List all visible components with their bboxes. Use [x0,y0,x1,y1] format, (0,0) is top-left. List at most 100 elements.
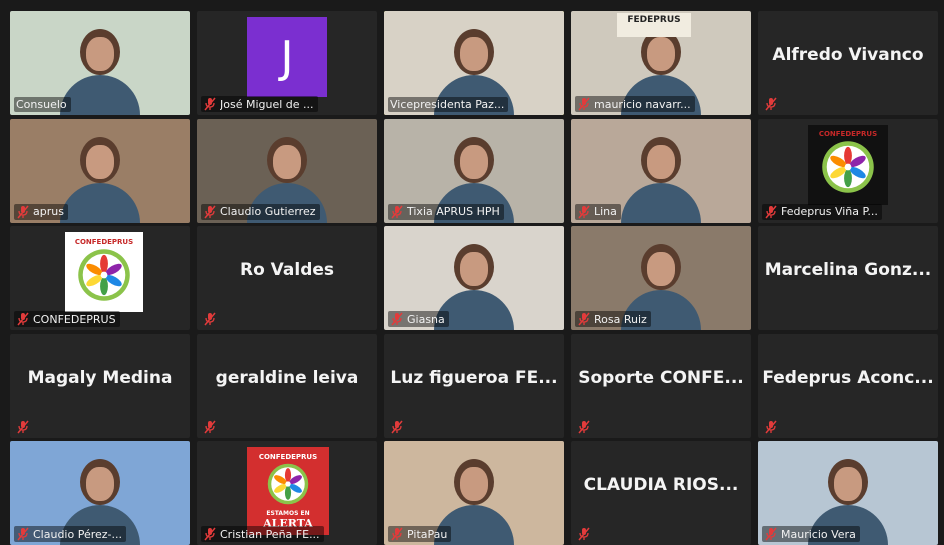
participant-tile-claudio-g[interactable]: Claudio Gutierrez [197,118,377,223]
participant-name-label: Giasna [407,312,445,326]
participant-name-bar: José Miguel de ... [201,96,318,112]
participant-tile-tixia[interactable]: Tixia APRUS HPH [384,118,564,223]
logo-text: CONFEDEPRUS [818,130,878,138]
participant-name-label: mauricio navarr... [594,97,691,111]
participant-name-bar: mauricio navarr... [575,96,695,112]
mic-muted-icon [203,97,217,111]
participant-name-label: Tixia APRUS HPH [407,205,500,218]
participant-face-icon [647,252,675,286]
mic-muted-icon [203,527,217,541]
participant-face-icon [86,144,114,179]
participant-tile-cristian[interactable]: CONFEDEPRUS ESTAMOS EN ALERTA Cristian Peña… [197,441,377,545]
confedeprus-logo: CONFEDEPRUS ESTAMOS EN ALERTA [247,447,329,535]
participant-display-name: CLAUDIA RIOS... [583,475,739,495]
mic-muted-icon [577,420,591,434]
participant-tile-consuelo[interactable]: Consuelo [10,11,190,115]
participant-name-label: Vicepresidenta Paz... [390,98,505,111]
participant-tile-magaly[interactable]: Magaly Medina [10,333,190,438]
mic-muted-icon [203,312,217,326]
participant-display-name: Marcelina Gonz... [764,260,932,280]
participant-name-bar: Claudio Gutierrez [201,203,320,220]
participant-name-bar [575,419,595,435]
participant-name-label: Fedeprus Viña P... [781,205,878,218]
mic-muted-icon [16,205,30,219]
mic-muted-icon [203,420,217,434]
avatar-initial: J [247,17,327,97]
participant-tile-vice[interactable]: Vicepresidenta Paz... [384,11,564,115]
confedeprus-logo: CONFEDEPRUS [65,232,143,312]
participant-tile-giasna[interactable]: Giasna [384,226,564,330]
participant-tile-soporte[interactable]: Soporte CONFE... [571,333,751,438]
mic-muted-icon [577,527,591,541]
participant-name-bar [14,419,34,435]
participant-tile-alfredo[interactable]: Alfredo Vivanco [758,11,938,115]
mic-muted-icon [390,527,404,541]
participant-tile-luz[interactable]: Luz figueroa FE... [384,333,564,438]
participant-tile-aprus[interactable]: aprus [10,118,190,223]
participant-tile-claudio-p[interactable]: Claudio Pérez-... [10,441,190,545]
participant-name-label: PitaPau [407,527,448,541]
participant-tile-marcelina[interactable]: Marcelina Gonz... [758,226,938,330]
participant-display-name: Soporte CONFE... [578,367,744,388]
participant-name-bar: CONFEDEPRUS [14,311,120,327]
participant-tile-mauricio-v[interactable]: Mauricio Vera [758,441,938,545]
participant-tile-ro[interactable]: Ro Valdes [197,226,377,330]
participant-name-bar: Lina [575,203,621,220]
participant-face-icon [647,37,675,71]
participant-body-icon [60,182,140,223]
participant-name-label: Rosa Ruiz [594,312,647,326]
participant-name-bar: PitaPau [388,526,452,542]
mic-muted-icon [577,97,591,111]
mic-muted-icon [577,312,591,326]
participant-tile-lina[interactable]: Lina [571,118,751,223]
participant-display-name: Fedeprus Aconc... [762,367,934,388]
mic-muted-icon [16,312,30,326]
mic-muted-icon [16,420,30,434]
participant-name-label: CONFEDEPRUS [33,312,116,326]
participant-name-bar: Consuelo [14,97,71,112]
participant-name-bar [201,419,221,435]
participant-name-label: Lina [594,205,617,218]
participant-tile-rosa[interactable]: Rosa Ruiz [571,226,751,330]
mic-muted-icon [764,420,778,434]
participant-name-bar: Cristian Peña FE... [201,526,324,542]
mic-muted-icon [764,205,778,219]
mic-muted-icon [390,420,404,434]
participant-tile-mauricio-n[interactable]: FEDEPRUS mauricio navarr... [571,11,751,115]
participant-name-bar: Fedeprus Viña P... [762,203,882,220]
participant-tile-pitapau[interactable]: PitaPau [384,441,564,545]
participant-name-bar: aprus [14,203,68,220]
poster-text: FEDEPRUS [617,13,691,37]
participant-name-bar: Vicepresidenta Paz... [388,97,509,112]
logo-emblem-icon [266,462,310,510]
participant-display-name: Ro Valdes [239,260,335,280]
participant-display-name: Luz figueroa FE... [390,367,558,388]
mic-muted-icon [203,205,217,219]
logo-text: CONFEDEPRUS [74,237,134,246]
logo-emblem-icon [76,247,132,307]
participant-tile-confedeprus[interactable]: CONFEDEPRUS CONFEDEPRUS [10,226,190,330]
participant-face-icon [834,467,862,501]
participant-face-icon [86,37,114,71]
participant-grid: Consuelo J José Miguel de ... Vicepresident… [10,11,938,545]
participant-name-bar [388,419,408,435]
logo-text: CONFEDEPRUS [258,452,318,461]
participant-name-bar: Claudio Pérez-... [14,526,127,542]
participant-tile-claudia[interactable]: CLAUDIA RIOS... [571,441,751,545]
participant-name-bar [201,311,221,327]
mic-muted-icon [764,527,778,541]
participant-face-icon [86,467,114,501]
participant-name-label: Mauricio Vera [781,527,856,541]
participant-tile-fedeprus-vina[interactable]: CONFEDEPRUS Fedeprus Viña P... [758,118,938,223]
participant-name-bar [575,526,595,542]
participant-tile-geraldine[interactable]: geraldine leiva [197,333,377,438]
participant-display-name: geraldine leiva [215,367,359,388]
participant-name-label: Claudio Gutierrez [220,205,316,218]
participant-tile-jose[interactable]: J José Miguel de ... [197,11,377,115]
confedeprus-logo: CONFEDEPRUS [808,124,888,205]
participant-face-icon [460,37,488,71]
participant-display-name: Alfredo Vivanco [772,45,924,65]
participant-name-label: Cristian Peña FE... [220,527,320,541]
participant-face-icon [460,144,488,179]
participant-tile-fedeprus-aconc[interactable]: Fedeprus Aconc... [758,333,938,438]
